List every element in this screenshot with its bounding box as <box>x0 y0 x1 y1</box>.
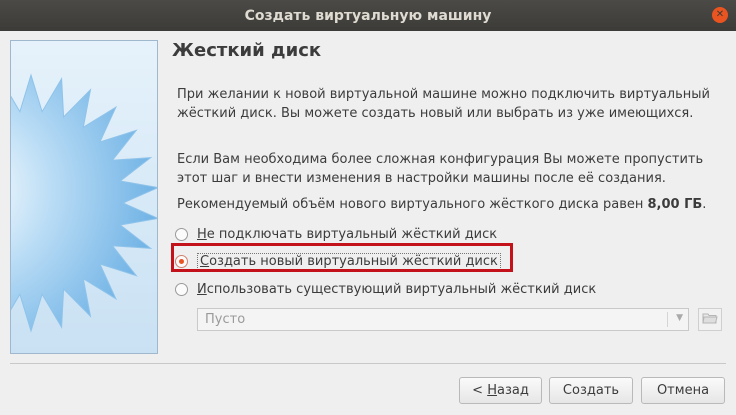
page-title: Жесткий диск <box>172 40 322 61</box>
window-title: Создать виртуальную машину <box>244 7 492 24</box>
create-button[interactable]: Создать <box>549 377 633 404</box>
option-no-disk[interactable]: Не подключать виртуальный жёсткий диск <box>175 224 497 244</box>
back-button[interactable]: < Назад <box>459 377 542 404</box>
footer-divider <box>10 363 726 364</box>
back-text: азад <box>496 383 529 398</box>
starburst-watermark <box>10 40 158 354</box>
advanced-config-text: Если Вам необходима более сложная конфиг… <box>177 152 704 186</box>
cancel-button[interactable]: Отмена <box>641 377 725 404</box>
option-existing-disk-text: спользовать существующий виртуальный жёс… <box>206 281 597 297</box>
radio-no-disk[interactable] <box>175 227 188 241</box>
existing-disk-select-value: Пусто <box>205 312 246 327</box>
option-no-disk-label: Не подключать виртуальный жёсткий диск <box>197 227 497 242</box>
recommended-size: 8,00 ГБ <box>647 197 703 212</box>
recommended-size-text: Рекомендуемый объём нового виртуального … <box>177 195 725 214</box>
folder-open-icon <box>702 310 718 329</box>
recommended-suffix: . <box>702 197 707 212</box>
radio-existing-disk[interactable] <box>175 282 188 296</box>
close-icon[interactable]: ✕ <box>712 7 728 23</box>
option-existing-disk[interactable]: Использовать существующий виртуальный жё… <box>175 279 596 299</box>
chevron-down-icon[interactable]: ▼ <box>676 313 683 323</box>
window-titlebar: Создать виртуальную машину ✕ <box>0 0 736 31</box>
option-no-disk-mnemonic: Н <box>197 226 207 242</box>
select-separator <box>667 312 668 327</box>
option-existing-disk-label: Использовать существующий виртуальный жё… <box>197 282 596 297</box>
selection-highlight-box <box>171 243 513 272</box>
back-prefix: < <box>472 383 488 398</box>
choose-disk-file-button[interactable] <box>698 308 722 331</box>
recommended-prefix: Рекомендуемый объём нового виртуального … <box>177 197 644 212</box>
option-existing-disk-mnemonic: И <box>197 281 207 297</box>
back-mnemonic: Н <box>487 383 497 398</box>
intro-text: При желании к новой виртуальной машине м… <box>177 87 710 121</box>
existing-disk-select[interactable]: Пусто ▼ <box>197 308 689 331</box>
option-no-disk-text: е подключать виртуальный жёсткий диск <box>206 226 498 242</box>
